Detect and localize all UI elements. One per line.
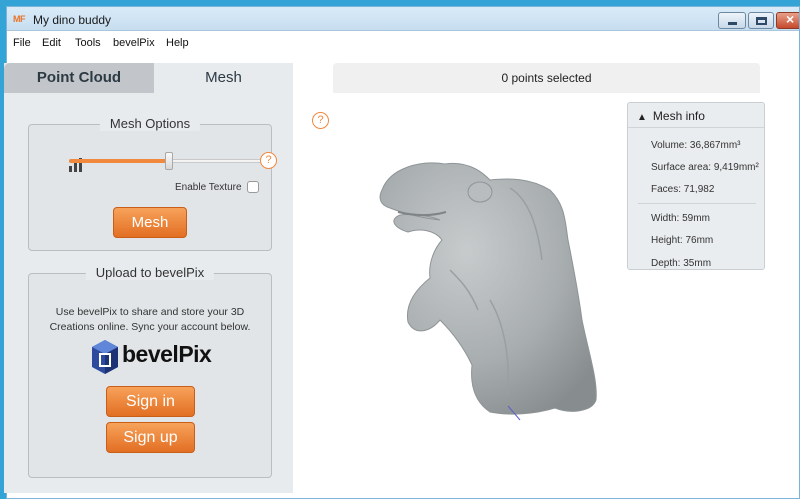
selection-status-bar: 0 points selected	[333, 63, 760, 93]
upload-description-line1: Use bevelPix to share and store your 3D	[55, 306, 245, 318]
sign-in-button[interactable]: Sign in	[106, 386, 195, 417]
bevelpix-logo-icon	[92, 340, 118, 374]
mesh-button[interactable]: Mesh	[113, 207, 187, 238]
enable-texture-checkbox[interactable]	[247, 181, 259, 193]
title-bar: MF My dino buddy ×	[7, 7, 799, 31]
mesh-info-divider	[628, 127, 764, 128]
viewport-help-icon[interactable]: ?	[312, 112, 329, 129]
mesh-info-header[interactable]: ▲ Mesh info	[637, 109, 705, 123]
mesh-quality-slider-handle[interactable]	[165, 152, 173, 170]
window-title: My dino buddy	[33, 13, 112, 27]
sign-up-button[interactable]: Sign up	[106, 422, 195, 453]
mesh-info-height: Height: 76mm	[651, 235, 714, 246]
upload-panel: Upload to bevelPix Use bevelPix to share…	[28, 265, 272, 478]
menu-bevelpix[interactable]: bevelPix	[113, 37, 155, 49]
app-logo-icon: MF	[13, 14, 26, 24]
mesh-info-separator	[638, 203, 756, 204]
menu-edit[interactable]: Edit	[42, 37, 61, 49]
enable-texture-label: Enable Texture	[175, 182, 242, 193]
mesh-options-panel: Mesh Options ? Enable Texture Mesh	[28, 116, 277, 251]
chevron-up-icon: ▲	[637, 112, 647, 123]
mesh-info-surface-area: Surface area: 9,419mm²	[651, 162, 759, 173]
close-button[interactable]: ×	[776, 11, 799, 29]
menu-file[interactable]: File	[13, 37, 31, 49]
minimize-icon	[728, 22, 737, 25]
maximize-icon	[756, 17, 767, 25]
mesh-info-title: Mesh info	[652, 109, 705, 123]
dino-mesh-model[interactable]	[360, 150, 610, 425]
mesh-options-title: Mesh Options	[99, 116, 201, 131]
mesh-quality-slider-fill	[69, 159, 169, 163]
menu-help[interactable]: Help	[166, 37, 189, 49]
menu-tools[interactable]: Tools	[75, 37, 101, 49]
tab-bar: Point Cloud Mesh	[4, 63, 293, 93]
mesh-info-depth: Depth: 35mm	[651, 258, 712, 269]
minimize-button[interactable]	[718, 12, 746, 29]
upload-title: Upload to bevelPix	[85, 265, 215, 280]
bevelpix-brand: bevelPix	[122, 341, 212, 367]
upload-description: Use bevelPix to share and store your 3D …	[29, 305, 271, 335]
mesh-info-width: Width: 59mm	[651, 213, 710, 224]
upload-description-line2: Creations online. Sync your account belo…	[49, 321, 251, 333]
tab-mesh[interactable]: Mesh	[154, 63, 293, 93]
mesh-info-panel: ▲ Mesh info Volume: 36,867mm³ Surface are…	[627, 102, 765, 270]
mesh-help-icon[interactable]: ?	[260, 152, 277, 169]
tab-point-cloud[interactable]: Point Cloud	[4, 63, 154, 93]
close-icon: ×	[786, 11, 795, 27]
menu-bar: File Edit Tools bevelPix Help	[7, 31, 799, 53]
maximize-button[interactable]	[748, 12, 774, 29]
mesh-info-volume: Volume: 36,867mm³	[651, 140, 741, 151]
mesh-info-faces: Faces: 71,982	[651, 184, 715, 195]
